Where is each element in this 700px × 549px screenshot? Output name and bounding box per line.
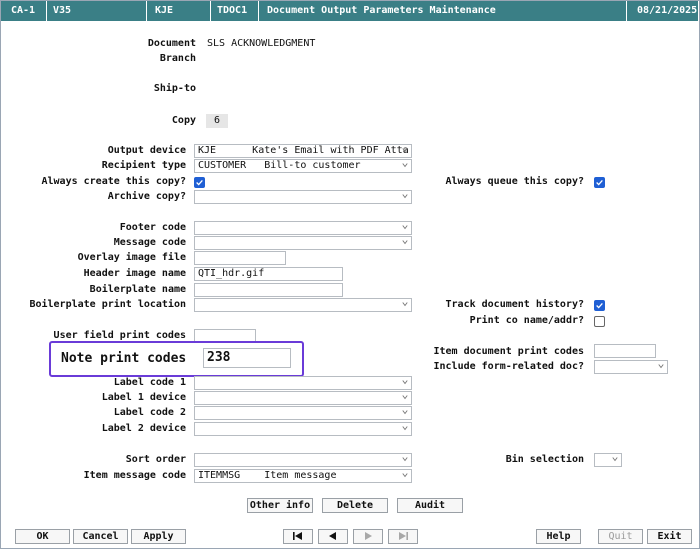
checkmark-icon — [196, 180, 203, 186]
boilerplate-location-label: Boilerplate print location — [29, 299, 186, 310]
document-label: Document — [147, 38, 196, 49]
output-device-select[interactable]: KJE Kate's Email with PDF Atta — [194, 144, 412, 158]
note-print-input[interactable]: 238 — [203, 348, 291, 368]
apply-button[interactable]: Apply — [131, 529, 186, 544]
chevron-down-icon — [402, 240, 408, 245]
chevron-down-icon — [612, 457, 618, 462]
previous-record-button[interactable] — [318, 529, 348, 544]
date: 08/21/2025 — [637, 5, 698, 16]
chevron-down-icon — [402, 457, 408, 462]
boilerplate-name-input[interactable] — [194, 283, 343, 297]
chevron-down-icon — [402, 194, 408, 199]
sort-order-select[interactable] — [194, 453, 412, 467]
window-title: Document Output Parameters Maintenance — [259, 1, 627, 21]
chevron-down-icon — [402, 148, 408, 153]
first-page-icon — [293, 532, 302, 540]
item-message-label: Item message code — [83, 470, 186, 481]
item-doc-print-label: Item document print codes — [433, 346, 584, 357]
audit-button[interactable]: Audit — [397, 498, 463, 513]
boilerplate-name-label: Boilerplate name — [89, 284, 186, 295]
item-message-select[interactable]: ITEMMSG Item message — [194, 469, 412, 483]
next-icon — [365, 532, 372, 540]
last-page-icon — [399, 532, 408, 540]
label1-device-select[interactable] — [194, 391, 412, 405]
user-id: KJE — [147, 1, 211, 21]
output-device-label: Output device — [107, 145, 186, 156]
label-code1-select[interactable] — [194, 376, 412, 390]
label-code1-label: Label code 1 — [113, 377, 186, 388]
chevron-down-icon — [402, 395, 408, 400]
boilerplate-location-select[interactable] — [194, 298, 412, 312]
chevron-down-icon — [402, 426, 408, 431]
always-queue-label: Always queue this copy? — [445, 176, 584, 187]
archive-copy-label: Archive copy? — [107, 191, 186, 202]
include-form-select[interactable] — [594, 360, 668, 374]
document-value: SLS ACKNOWLEDGMENT — [207, 38, 316, 49]
output-device-value: KJE Kate's Email with PDF Atta — [198, 145, 409, 156]
first-record-button[interactable] — [283, 529, 313, 544]
sort-order-label: Sort order — [125, 454, 186, 465]
help-button[interactable]: Help — [536, 529, 581, 544]
recipient-type-label: Recipient type — [101, 160, 186, 171]
footer-code-select[interactable] — [194, 221, 412, 235]
include-form-label: Include form-related doc? — [433, 361, 584, 372]
label2-device-label: Label 2 device — [101, 423, 186, 434]
next-record-button[interactable] — [353, 529, 383, 544]
title-bar: CA-1 V35 KJE TDOC1 Document Output Param… — [1, 1, 698, 21]
header-image-label: Header image name — [83, 268, 186, 279]
chevron-down-icon — [402, 302, 408, 307]
always-create-label: Always create this copy? — [41, 176, 187, 187]
message-code-label: Message code — [113, 237, 186, 248]
chevron-down-icon — [402, 473, 408, 478]
copy-value: 6 — [206, 114, 228, 128]
item-message-value: ITEMMSG Item message — [198, 470, 337, 481]
version: V35 — [47, 1, 147, 21]
footer-code-label: Footer code — [119, 222, 186, 233]
always-queue-checkbox[interactable] — [594, 177, 605, 188]
last-record-button[interactable] — [388, 529, 418, 544]
bin-selection-select[interactable] — [594, 453, 622, 467]
recipient-type-value: CUSTOMER Bill-to customer — [198, 160, 361, 171]
always-create-checkbox[interactable] — [194, 177, 205, 188]
chevron-down-icon — [402, 225, 408, 230]
previous-icon — [329, 532, 336, 540]
exit-button[interactable]: Exit — [647, 529, 692, 544]
bin-selection-label: Bin selection — [505, 454, 584, 465]
note-print-label: Note print codes — [61, 351, 187, 366]
checkmark-icon — [596, 303, 603, 309]
other-info-button[interactable]: Other info — [247, 498, 313, 513]
branch-label: Branch — [159, 53, 196, 64]
cancel-button[interactable]: Cancel — [73, 529, 128, 544]
overlay-image-input[interactable] — [194, 251, 286, 265]
archive-copy-select[interactable] — [194, 190, 412, 204]
program-id: TDOC1 — [211, 1, 259, 21]
label2-device-select[interactable] — [194, 422, 412, 436]
label1-device-label: Label 1 device — [101, 392, 186, 403]
delete-button[interactable]: Delete — [322, 498, 388, 513]
print-co-name-checkbox[interactable] — [594, 316, 605, 327]
label-code2-select[interactable] — [194, 406, 412, 420]
item-doc-print-input[interactable] — [594, 344, 656, 358]
header-image-input[interactable]: QTI_hdr.gif — [194, 267, 343, 281]
quit-button[interactable]: Quit — [598, 529, 643, 544]
chevron-down-icon — [402, 163, 408, 168]
track-history-checkbox[interactable] — [594, 300, 605, 311]
ok-button[interactable]: OK — [15, 529, 70, 544]
recipient-type-select[interactable]: CUSTOMER Bill-to customer — [194, 159, 412, 173]
print-co-name-label: Print co name/addr? — [469, 315, 584, 326]
overlay-image-label: Overlay image file — [77, 252, 186, 263]
shipto-label: Ship-to — [153, 83, 196, 94]
label-code2-label: Label code 2 — [113, 407, 186, 418]
chevron-down-icon — [658, 364, 664, 369]
session-id: CA-1 — [1, 1, 47, 21]
chevron-down-icon — [402, 410, 408, 415]
message-code-select[interactable] — [194, 236, 412, 250]
copy-label: Copy — [171, 115, 196, 126]
chevron-down-icon — [402, 380, 408, 385]
checkmark-icon — [596, 180, 603, 186]
track-history-label: Track document history? — [445, 299, 584, 310]
